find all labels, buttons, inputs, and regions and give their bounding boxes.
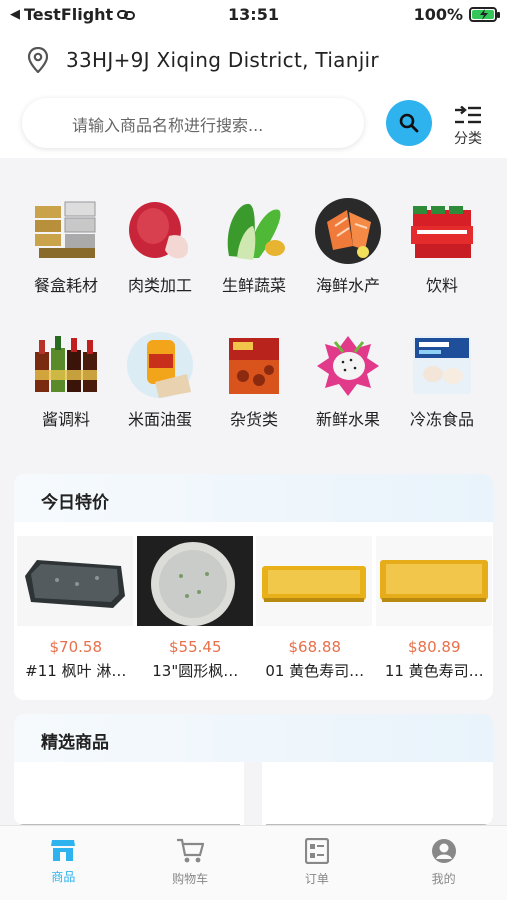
seafood-icon [313, 196, 383, 266]
deals-section: 今日特价 $70.58 #11 枫叶 淋… $55.45 13"圆形枫… $68… [14, 474, 493, 700]
product-price: $70.58 [49, 638, 103, 656]
product-price: $80.89 [408, 638, 461, 656]
product-price: $55.45 [169, 638, 222, 656]
category-frozen[interactable]: 冷冻食品 [394, 330, 490, 430]
category-fruit[interactable]: 新鲜水果 [300, 330, 396, 430]
search-input[interactable]: 请输入商品名称进行搜索... [22, 98, 364, 148]
featured-card[interactable] [262, 762, 493, 825]
category-label: 饮料 [425, 276, 458, 295]
product-name: 11 黄色寿司… [384, 662, 484, 680]
product-name: 13"圆形枫… [152, 662, 239, 680]
product-card[interactable]: $55.45 13"圆形枫… [136, 536, 255, 681]
vegetable-icon [219, 196, 289, 266]
category-seafood[interactable]: 海鲜水产 [300, 196, 396, 296]
category-label: 新鲜水果 [315, 410, 380, 429]
featured-section: 精选商品 [14, 714, 493, 825]
location-bar[interactable]: 33HJ+9J Xiqing District, Tianjir [0, 30, 507, 90]
tab-label: 购物车 [172, 872, 209, 886]
tab-products[interactable]: 商品 [0, 826, 127, 900]
featured-title: 精选商品 [14, 714, 493, 762]
category-label: 餐盒耗材 [33, 276, 98, 295]
category-grocery[interactable]: 杂货类 [206, 330, 302, 430]
tab-cart[interactable]: 购物车 [127, 826, 254, 900]
tab-label: 商品 [51, 870, 76, 884]
category-button[interactable]: 分类 [446, 100, 490, 150]
category-sauce[interactable]: 酱调料 [18, 330, 114, 430]
cart-icon [177, 838, 205, 863]
category-label: 冷冻食品 [409, 410, 474, 429]
profile-icon [431, 839, 456, 863]
orders-icon [304, 838, 329, 864]
oil-rice-icon [125, 330, 195, 400]
tab-orders[interactable]: 订单 [254, 826, 381, 900]
product-name: #11 枫叶 淋… [25, 662, 127, 680]
category-oil-rice[interactable]: 米面油蛋 [112, 330, 208, 430]
product-image [256, 536, 372, 626]
meat-icon [125, 196, 195, 266]
location-text: 33HJ+9J Xiqing District, Tianjir [66, 48, 379, 72]
tab-profile[interactable]: 我的 [380, 826, 507, 900]
containers-icon [31, 196, 101, 266]
search-icon [399, 113, 419, 133]
category-containers[interactable]: 餐盒耗材 [18, 196, 114, 296]
category-drinks[interactable]: 饮料 [394, 196, 490, 296]
product-image [17, 536, 133, 626]
category-vegetable[interactable]: 生鲜蔬菜 [206, 196, 302, 296]
category-grid: 餐盒耗材 肉类加工 生鲜蔬菜 海鲜水产 饮料 酱调料 米面油蛋 杂货类 新鲜水果… [0, 158, 507, 458]
tab-label: 订单 [304, 872, 329, 886]
featured-card[interactable] [14, 762, 244, 825]
battery-icon [469, 7, 500, 22]
category-label: 海鲜水产 [315, 276, 380, 295]
sauce-icon [31, 330, 101, 400]
product-card[interactable]: $80.89 11 黄色寿司… [375, 536, 494, 681]
product-image [136, 536, 253, 626]
category-list-icon [455, 106, 481, 124]
location-pin-icon [28, 47, 48, 73]
tab-label: 我的 [431, 872, 456, 886]
category-label: 肉类加工 [127, 276, 192, 295]
grocery-icon [219, 330, 289, 400]
category-label: 酱调料 [41, 410, 90, 429]
tab-bar: 商品 购物车 订单 我的 [0, 825, 507, 900]
product-image [375, 536, 492, 626]
category-label: 米面油蛋 [127, 410, 192, 429]
deals-title: 今日特价 [14, 474, 493, 522]
category-label: 生鲜蔬菜 [221, 276, 286, 295]
category-meat[interactable]: 肉类加工 [112, 196, 208, 296]
battery-percent: 100% [413, 5, 463, 24]
product-card[interactable]: $70.58 #11 枫叶 淋… [17, 536, 135, 681]
product-card[interactable]: $68.88 01 黄色寿司… [256, 536, 374, 681]
category-label: 杂货类 [229, 410, 278, 429]
product-price: $68.88 [288, 638, 342, 656]
drinks-icon [407, 196, 477, 266]
product-name: 01 黄色寿司… [265, 662, 365, 680]
category-label: 分类 [454, 131, 482, 147]
store-icon [51, 840, 76, 861]
search-button[interactable] [386, 100, 432, 146]
status-bar: ◀ TestFlight 13:51 100% [0, 0, 507, 30]
fruit-icon [313, 330, 383, 400]
frozen-icon [407, 330, 477, 400]
